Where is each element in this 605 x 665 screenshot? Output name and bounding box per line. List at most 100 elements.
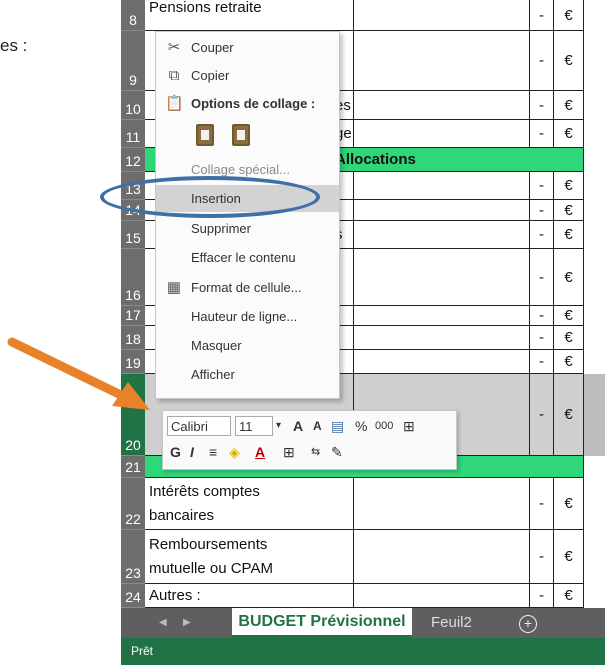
cell-dash-row-11[interactable]: - [530, 120, 554, 148]
cell-euro-row-13[interactable]: € [554, 172, 584, 200]
cell-value-row-11[interactable] [354, 120, 530, 148]
paste-formatting-icon[interactable] [196, 124, 214, 146]
row-header-12[interactable]: 12 [121, 148, 145, 172]
row-header-24[interactable]: 24 [121, 584, 145, 608]
fill-color-icon[interactable]: ◈ [229, 442, 240, 462]
cell-euro-row-11[interactable]: € [554, 120, 584, 148]
menu-item-couper[interactable]: ✂ Couper [156, 34, 339, 61]
add-sheet-icon[interactable]: + [519, 615, 537, 633]
menu-item-afficher[interactable]: Afficher [156, 361, 339, 388]
row-header-23[interactable]: 23 [121, 530, 145, 584]
cell-dash-row-18[interactable]: - [530, 326, 554, 350]
sheet-tab-bar: ◀ ▶ BUDGET Prévisionnel Feuil2 + [121, 608, 605, 638]
cell-euro-row-18[interactable]: € [554, 326, 584, 350]
cell-value-row-9[interactable] [354, 31, 530, 91]
font-size-select[interactable]: 11 [235, 416, 273, 436]
row-header-17[interactable]: 17 [121, 306, 145, 326]
menu-item-masquer[interactable]: Masquer [156, 332, 339, 359]
cell-dash-row-23[interactable]: - [530, 530, 554, 584]
outer-page-text: es : [0, 36, 28, 55]
cell-euro-row-20[interactable]: € [554, 374, 584, 456]
decrease-font-button[interactable]: A [313, 416, 322, 436]
cell-dash-row-17[interactable]: - [530, 306, 554, 326]
cell-dash-row-13[interactable]: - [530, 172, 554, 200]
cell-euro-row-23[interactable]: € [554, 530, 584, 584]
bold-button[interactable]: G [170, 442, 181, 462]
cell-value-row-18[interactable] [354, 326, 530, 350]
cell-euro-row-17[interactable]: € [554, 306, 584, 326]
italic-button[interactable]: I [190, 442, 194, 462]
row-header-10[interactable]: 10 [121, 91, 145, 120]
borders-icon[interactable]: ⊞ [283, 442, 295, 462]
cell-value-row-16[interactable] [354, 249, 530, 306]
format-table-icon[interactable]: ▤ [331, 416, 344, 436]
row-header-15[interactable]: 15 [121, 221, 145, 249]
cell-dash-row-9[interactable]: - [530, 31, 554, 91]
selected-row-overflow [584, 374, 605, 456]
menu-item-effacer-contenu[interactable]: Effacer le contenu [156, 244, 339, 271]
decimal-icon[interactable]: ⇆ [311, 442, 320, 462]
tab-feuil2[interactable]: Feuil2 [431, 608, 472, 638]
tab-scroll-right-icon[interactable]: ▶ [183, 608, 191, 638]
font-color-button[interactable]: A [255, 442, 265, 462]
row-header-21[interactable]: 21 [121, 456, 145, 478]
cell-value-row-8[interactable] [354, 0, 530, 31]
cell-euro-row-10[interactable]: € [554, 91, 584, 120]
cell-value-row-10[interactable] [354, 91, 530, 120]
row-header-9[interactable]: 9 [121, 31, 145, 91]
cell-dash-row-14[interactable]: - [530, 200, 554, 221]
cell-dash-row-22[interactable]: - [530, 478, 554, 530]
cell-value-row-23[interactable] [354, 530, 530, 584]
merge-cells-icon[interactable]: ⊞ [403, 416, 415, 436]
cell-value-row-17[interactable] [354, 306, 530, 326]
menu-item-format-cellule[interactable]: ▦ Format de cellule... [156, 274, 339, 301]
cell-euro-row-24[interactable]: € [554, 584, 584, 608]
copy-icon: ⧉ [168, 67, 180, 84]
cell-dash-row-19[interactable]: - [530, 350, 554, 374]
paste-values-icon[interactable] [231, 124, 250, 146]
cell-euro-row-15[interactable]: € [554, 221, 584, 249]
cell-dash-row-10[interactable]: - [530, 91, 554, 120]
menu-item-hauteur-ligne[interactable]: Hauteur de ligne... [156, 303, 339, 330]
row-header-11[interactable]: 11 [121, 120, 145, 148]
cell-dash-row-15[interactable]: - [530, 221, 554, 249]
cell-value-row-22[interactable] [354, 478, 530, 530]
menu-item-supprimer[interactable]: Supprimer [156, 215, 339, 242]
tab-scroll-left-icon[interactable]: ◀ [159, 608, 167, 638]
status-bar: Prêt [121, 638, 605, 665]
font-size-dropdown-icon[interactable]: ▾ [276, 416, 281, 436]
cell-value-row-14[interactable] [354, 200, 530, 221]
format-painter-icon[interactable]: ✎ [331, 442, 343, 462]
cell-value-row-19[interactable] [354, 350, 530, 374]
thousands-button[interactable]: 000 [375, 416, 393, 436]
align-center-icon[interactable]: ≡ [209, 442, 217, 462]
cell-dash-row-20[interactable]: - [530, 374, 554, 456]
cell-label-row-8[interactable]: Pensions retraite [145, 0, 354, 31]
cell-dash-row-8[interactable]: - [530, 0, 554, 31]
menu-item-copier[interactable]: ⧉ Copier [156, 62, 339, 89]
cell-label-row-23-line1: Remboursements [149, 536, 268, 553]
cell-euro-row-19[interactable]: € [554, 350, 584, 374]
cell-dash-row-16[interactable]: - [530, 249, 554, 306]
cell-euro-row-8[interactable]: € [554, 0, 584, 31]
increase-font-button[interactable]: A [293, 416, 303, 436]
cell-value-row-13[interactable] [354, 172, 530, 200]
cell-euro-row-16[interactable]: € [554, 249, 584, 306]
cell-label-row-22-line2: bancaires [149, 507, 215, 524]
row-header-22[interactable]: 22 [121, 478, 145, 530]
menu-header-options-collage-label: Options de collage : [191, 96, 316, 111]
tab-budget-previsionnel[interactable]: BUDGET Prévisionnel [232, 608, 412, 638]
cell-dash-row-24[interactable]: - [530, 584, 554, 608]
row-header-16[interactable]: 16 [121, 249, 145, 306]
cell-label-row-23[interactable]: Remboursements mutuelle ou CPAM [145, 530, 354, 584]
font-name-select[interactable]: Calibri [167, 416, 231, 436]
row-header-8[interactable]: 8 [121, 0, 145, 31]
cell-label-row-24[interactable]: Autres : [145, 584, 354, 608]
percent-button[interactable]: % [355, 416, 367, 436]
cell-euro-row-22[interactable]: € [554, 478, 584, 530]
cell-value-row-15[interactable] [354, 221, 530, 249]
cell-euro-row-9[interactable]: € [554, 31, 584, 91]
cell-euro-row-14[interactable]: € [554, 200, 584, 221]
cell-value-row-24[interactable] [354, 584, 530, 608]
cell-label-row-22[interactable]: Intérêts comptes bancaires [145, 478, 354, 530]
